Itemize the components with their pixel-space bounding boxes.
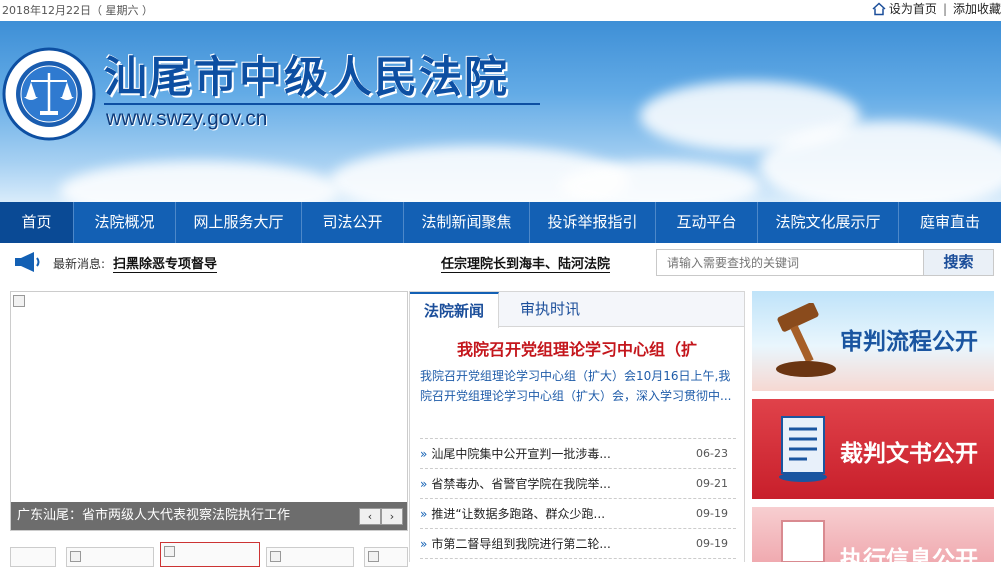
top-links: 设为首页 | 添加收藏: [872, 0, 1001, 17]
tab-trial-news[interactable]: 审执时讯: [506, 292, 594, 327]
news-date: 09-21: [696, 477, 728, 490]
nav-item-home[interactable]: 首页: [0, 202, 74, 243]
nav-item-judicial-openness[interactable]: 司法公开: [302, 202, 404, 243]
ticker-news-item[interactable]: 任宗理院长到海丰、陆河法院: [441, 253, 611, 273]
double-chevron-icon: »: [420, 507, 428, 521]
nav-item-live-trial[interactable]: 庭审直击: [899, 202, 1001, 243]
current-date: 2018年12月22日（ 星期六 ）: [2, 4, 153, 17]
title-underline: [104, 103, 540, 105]
gavel-icon: [776, 303, 836, 377]
double-chevron-icon: »: [420, 477, 428, 491]
photo-slider[interactable]: 广东汕尾：省市两级人大代表视察法院执行工作 ‹ ›: [10, 291, 408, 531]
site-url: www.swzy.gov.cn: [106, 107, 268, 130]
court-title[interactable]: 汕尾市中级人民法院: [104, 43, 509, 105]
trial-process-card[interactable]: 审判流程公开: [752, 291, 994, 391]
ticker-news-item[interactable]: 扫黑除恶专项督导: [113, 253, 218, 273]
search-input[interactable]: [657, 250, 923, 275]
slider-thumbnail[interactable]: [66, 547, 154, 567]
slider-caption[interactable]: 广东汕尾：省市两级人大代表视察法院执行工作: [11, 502, 407, 530]
slider-thumbnail[interactable]: [266, 547, 354, 567]
site-banner: 汕尾市中级人民法院 www.swzy.gov.cn: [0, 21, 1001, 202]
megaphone-icon: [15, 252, 40, 272]
nav-item-culture-hall[interactable]: 法院文化展示厅: [758, 202, 899, 243]
top-bar: 2018年12月22日（ 星期六 ） 设为首页 | 添加收藏: [0, 0, 1001, 21]
slider-thumbnails: [10, 542, 408, 567]
card-title: 审判流程公开: [840, 329, 978, 355]
slider-thumbnail[interactable]: [364, 547, 408, 567]
nav-item-complaint-guide[interactable]: 投诉举报指引: [530, 202, 656, 243]
list-item[interactable]: » 推进“让数据多跑路、群众少跑... 09-19: [420, 499, 736, 529]
nav-item-interaction[interactable]: 互动平台: [656, 202, 758, 243]
list-item[interactable]: » 市第二督导组到我院进行第二轮... 09-19: [420, 529, 736, 559]
news-date: 06-23: [696, 447, 728, 460]
broken-image-icon: [13, 295, 25, 307]
court-emblem-icon[interactable]: [2, 47, 96, 141]
card-title: 裁判文书公开: [840, 441, 978, 467]
nav-item-legal-news[interactable]: 法制新闻聚焦: [404, 202, 530, 243]
card-title: 执行信息公开: [840, 547, 978, 562]
slider-thumbnail-selected[interactable]: [160, 542, 260, 567]
news-list: » 汕尾中院集中公开宣判一批涉毒... 06-23 » 省禁毒办、省警官学院在我院举…: [420, 438, 736, 559]
list-item[interactable]: » 省禁毒办、省警官学院在我院举... 09-21: [420, 469, 736, 499]
main-nav: 首页 法院概况 网上服务大厅 司法公开 法制新闻聚焦 投诉举报指引 互动平台 法…: [0, 202, 1001, 243]
slider-next-button[interactable]: ›: [381, 508, 403, 525]
news-date: 09-19: [696, 537, 728, 550]
search-button[interactable]: 搜索: [923, 250, 993, 275]
tab-court-news[interactable]: 法院新闻: [410, 292, 500, 328]
slider-arrows: ‹ ›: [359, 508, 403, 525]
news-panel: 法院新闻 审执时讯 我院召开党组理论学习中心组（扩 我院召开党组理论学习中心组（…: [409, 291, 745, 562]
list-item[interactable]: » 汕尾中院集中公开宣判一批涉毒... 06-23: [420, 439, 736, 469]
nav-item-court-overview[interactable]: 法院概况: [74, 202, 176, 243]
news-summary[interactable]: 我院召开党组理论学习中心组（扩大）会10月16日上午,我院召开党组理论学习中心组…: [420, 366, 738, 406]
double-chevron-icon: »: [420, 537, 428, 551]
news-tabs: 法院新闻 审执时讯: [410, 292, 744, 328]
set-home-link[interactable]: 设为首页: [889, 0, 937, 17]
news-date: 09-19: [696, 507, 728, 520]
home-icon[interactable]: [872, 1, 886, 16]
file-icon: [781, 520, 825, 562]
site-search: 搜索: [656, 249, 994, 276]
link-separator: |: [942, 1, 947, 16]
execution-info-card[interactable]: 执行信息公开: [752, 507, 994, 562]
news-headline[interactable]: 我院召开党组理论学习中心组（扩: [410, 336, 744, 360]
ticker-label: 最新消息:: [53, 257, 106, 271]
judgment-documents-card[interactable]: 裁判文书公开: [752, 399, 994, 499]
add-favorite-link[interactable]: 添加收藏: [953, 0, 1001, 17]
slider-prev-button[interactable]: ‹: [359, 508, 381, 525]
double-chevron-icon: »: [420, 447, 428, 461]
slider-thumbnail[interactable]: [10, 547, 56, 567]
nav-item-online-service[interactable]: 网上服务大厅: [176, 202, 302, 243]
document-icon: [779, 416, 827, 482]
